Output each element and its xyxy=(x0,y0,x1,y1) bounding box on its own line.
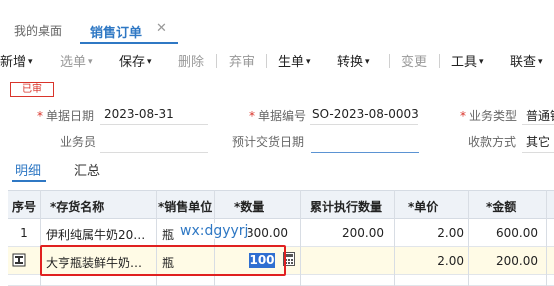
toolbar-divider xyxy=(216,54,217,68)
annotation-highlight-box xyxy=(40,245,286,276)
cell-amount[interactable]: 200.00 xyxy=(466,254,538,268)
table-row[interactable]: 1 伊利纯属牛奶20… 瓶 300.00 200.00 2.00 600.00 xyxy=(8,219,554,247)
payment-field[interactable]: 其它 xyxy=(526,133,550,150)
table-row[interactable] xyxy=(8,275,554,286)
chevron-down-icon: ▾ xyxy=(365,57,370,67)
close-icon[interactable]: ✕ xyxy=(156,21,167,36)
chevron-down-icon: ▾ xyxy=(147,57,152,67)
toolbar-divider xyxy=(439,54,440,68)
delivery-date-label: 预计交货日期 xyxy=(232,135,305,149)
chevron-down-icon: ▾ xyxy=(88,57,93,67)
delivery-date-field[interactable] xyxy=(311,152,419,153)
chevron-down-icon: ▾ xyxy=(306,57,311,67)
column-header-name: *存货名称 xyxy=(50,200,105,214)
biztype-field[interactable]: 普通销 xyxy=(526,107,554,124)
tab-bar: 我的桌面 销售订单 ✕ xyxy=(0,0,554,44)
toolbar-divider xyxy=(389,54,390,68)
biztype-label: * 业务类型 xyxy=(460,109,518,123)
payment-label: 收款方式 xyxy=(468,135,517,149)
column-header-seq: 序号 xyxy=(12,200,37,214)
row-edit-icon[interactable] xyxy=(12,253,26,267)
table-header: 序号 *存货名称 *销售单位 *数量 累计执行数量 *单价 *金额 xyxy=(8,190,554,219)
column-divider xyxy=(394,190,395,286)
cell-seq: 1 xyxy=(20,226,28,240)
subtab-active-underline xyxy=(12,180,46,182)
tools-button[interactable]: 工具 ▾ xyxy=(451,51,484,70)
delete-button[interactable]: 删除 xyxy=(178,51,204,70)
status-badge: 已审 xyxy=(10,82,54,97)
change-button[interactable]: 变更 xyxy=(401,51,427,70)
date-field-underline xyxy=(100,124,208,125)
unapprove-button[interactable]: 弃审 xyxy=(229,51,255,70)
tab-sales-order-label: 销售订单 xyxy=(90,26,143,41)
cell-unit[interactable]: 瓶 xyxy=(162,226,182,243)
watermark-text: wx:dgyyrj xyxy=(180,223,249,239)
toolbar-divider xyxy=(266,54,267,68)
number-field-underline xyxy=(310,124,418,125)
cell-amount[interactable]: 600.00 xyxy=(466,226,538,240)
tab-summary[interactable]: 汇总 xyxy=(74,160,100,179)
tab-sales-order[interactable]: 销售订单 ✕ xyxy=(80,16,182,43)
select-order-button[interactable]: 选单 ▾ xyxy=(60,51,93,70)
date-field[interactable]: 2023-08-31 xyxy=(104,107,174,121)
cell-executed: 200.00 xyxy=(342,226,384,240)
chevron-down-icon: ▾ xyxy=(538,57,543,67)
new-button[interactable]: 新增 ▾ xyxy=(0,51,33,70)
linked-query-button[interactable]: 联查 ▾ xyxy=(510,51,543,70)
cell-name[interactable]: 伊利纯属牛奶20… xyxy=(46,226,150,243)
column-divider xyxy=(468,190,469,286)
column-header-unit: *销售单位 xyxy=(158,200,213,214)
date-label: * 单据日期 xyxy=(37,109,95,123)
column-header-executed: 累计执行数量 xyxy=(310,200,383,214)
chevron-down-icon: ▾ xyxy=(479,57,484,67)
chevron-down-icon: ▾ xyxy=(28,57,33,67)
tab-my-desktop[interactable]: 我的桌面 xyxy=(14,22,62,39)
biztype-field-underline xyxy=(522,124,554,125)
column-header-price: *单价 xyxy=(408,200,439,214)
column-divider xyxy=(546,190,547,286)
convert-button[interactable]: 转换 ▾ xyxy=(337,51,370,70)
number-label: * 单据编号 xyxy=(249,109,307,123)
save-button[interactable]: 保存 ▾ xyxy=(119,51,152,70)
cell-price[interactable]: 2.00 xyxy=(394,254,464,268)
column-header-amount: *金额 xyxy=(486,200,517,214)
tab-detail[interactable]: 明细 xyxy=(15,160,41,179)
generate-order-button[interactable]: 生单 ▾ xyxy=(278,51,311,70)
cell-price[interactable]: 2.00 xyxy=(394,226,464,240)
column-divider xyxy=(300,190,301,286)
salesman-label: 业务员 xyxy=(60,135,97,149)
toolbar: 新增 ▾ 选单 ▾ 保存 ▾ 删除 弃审 生单 ▾ 转换 ▾ 变更 工具 ▾ 联查 ▾ xyxy=(0,44,554,76)
payment-field-underline xyxy=(522,152,554,153)
order-number-field[interactable]: SO-2023-08-0003 xyxy=(312,107,419,121)
column-header-qty: *数量 xyxy=(234,200,265,214)
salesman-field-underline[interactable] xyxy=(100,152,208,153)
